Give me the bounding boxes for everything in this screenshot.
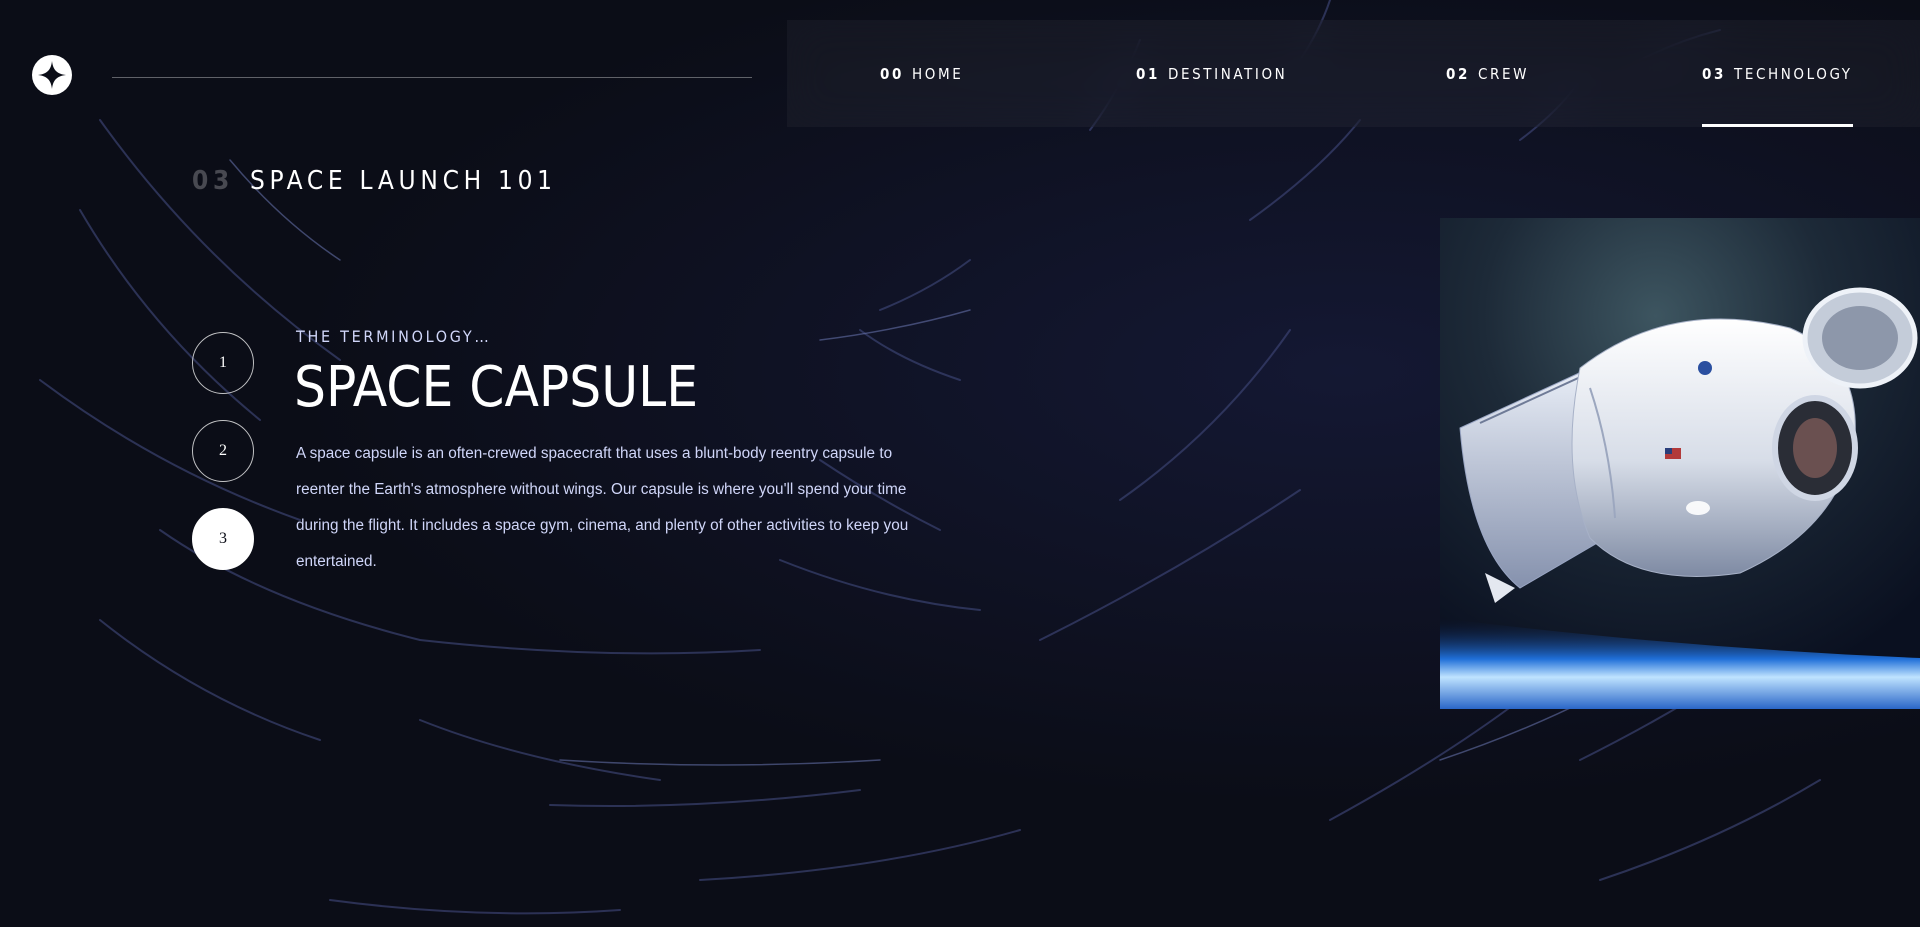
step-button-1[interactable]: 1 — [192, 332, 254, 394]
main-navigation: 00 HOME 01 DESTINATION 02 CREW 03 TECHNO… — [787, 20, 1920, 127]
step-label: 3 — [219, 530, 227, 547]
nav-label: DESTINATION — [1167, 64, 1288, 83]
nav-number: 02 — [1446, 64, 1470, 83]
nav-item-home[interactable]: 00 HOME — [880, 20, 963, 127]
step-button-3[interactable]: 3 — [192, 508, 254, 570]
header-divider — [112, 77, 752, 78]
page-number: 03 — [192, 166, 234, 196]
space-capsule-image — [1440, 218, 1920, 709]
nav-item-destination[interactable]: 01 DESTINATION — [1136, 20, 1287, 127]
step-button-2[interactable]: 2 — [192, 420, 254, 482]
page-title: 03 SPACE LAUNCH 101 — [192, 166, 557, 196]
page-title-text: SPACE LAUNCH 101 — [249, 166, 557, 196]
technology-description: A space capsule is an often-crewed space… — [296, 445, 909, 570]
terminology-eyebrow: THE TERMINOLOGY… — [296, 327, 492, 346]
nav-label: TECHNOLOGY — [1733, 64, 1853, 83]
nav-number: 03 — [1702, 64, 1726, 83]
step-label: 2 — [219, 442, 227, 459]
nav-item-technology[interactable]: 03 TECHNOLOGY — [1702, 20, 1853, 127]
technology-name: SPACE CAPSULE — [294, 355, 699, 420]
nav-item-crew[interactable]: 02 CREW — [1446, 20, 1529, 127]
star-icon — [38, 61, 66, 89]
nav-label: HOME — [911, 64, 964, 83]
nav-number: 00 — [880, 64, 904, 83]
nav-number: 01 — [1136, 64, 1160, 83]
logo-star-icon[interactable] — [32, 55, 72, 95]
nav-label: CREW — [1477, 64, 1530, 83]
step-label: 1 — [219, 354, 227, 371]
